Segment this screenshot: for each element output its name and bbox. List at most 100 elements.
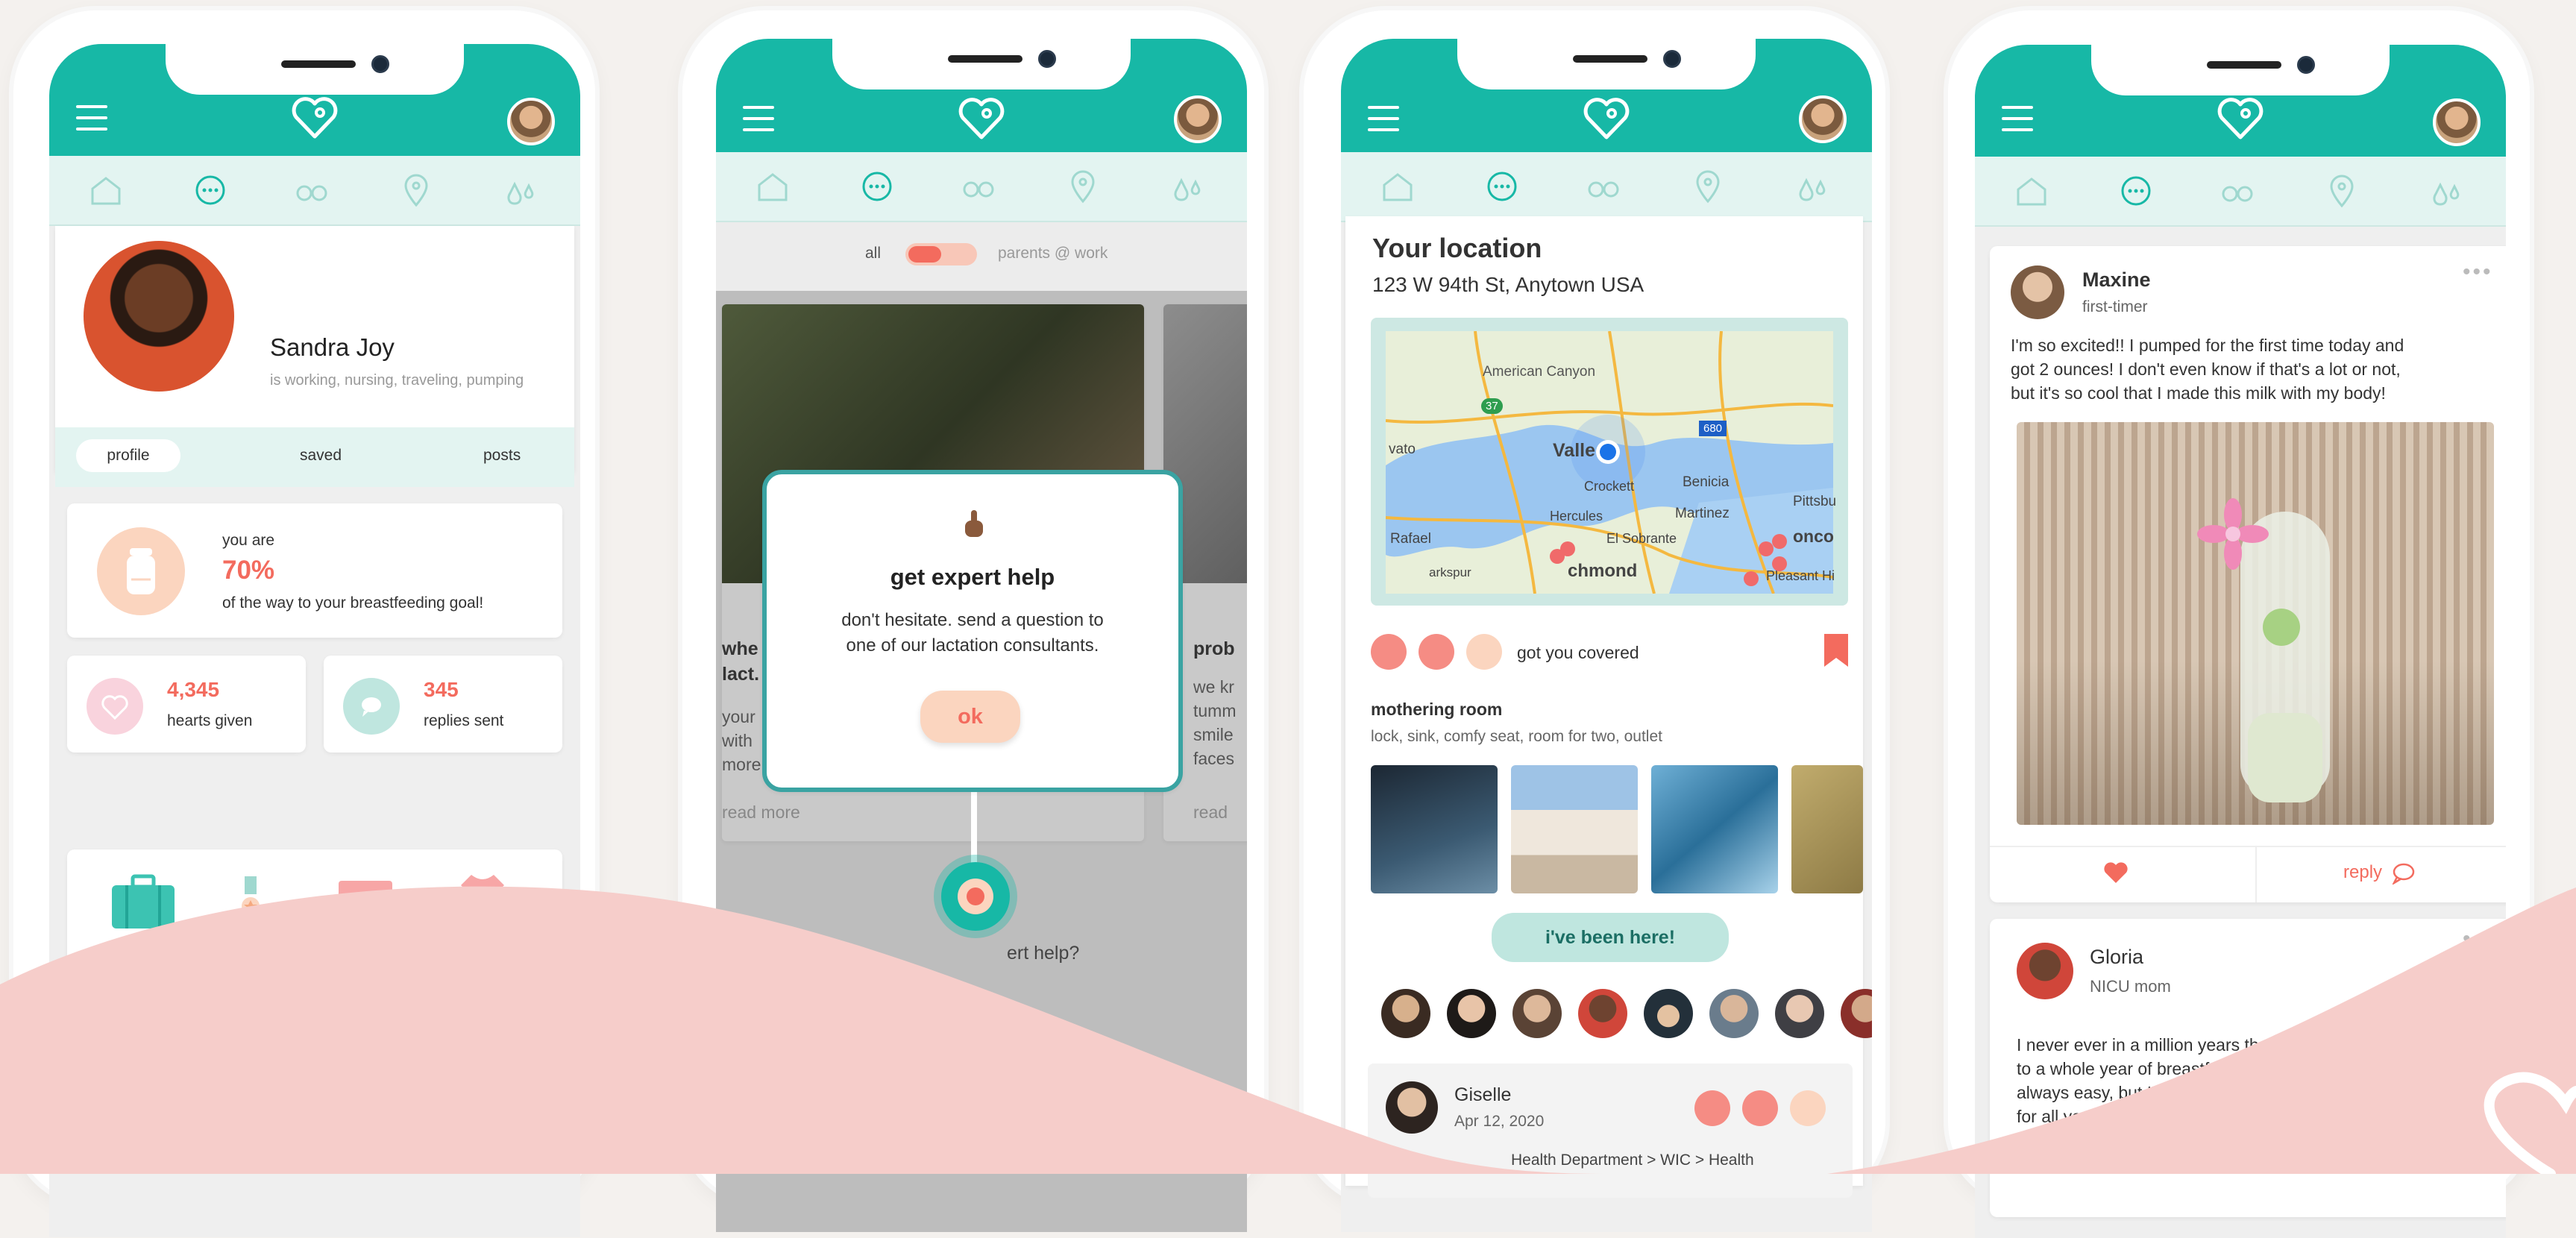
more-options-icon[interactable]: ••• bbox=[2463, 260, 2493, 285]
menu-icon[interactable] bbox=[76, 105, 107, 131]
review-card: Giselle Apr 12, 2020 Health Department >… bbox=[1368, 1063, 1853, 1198]
room-photo-2[interactable] bbox=[1511, 765, 1638, 893]
tab-saved[interactable]: saved bbox=[300, 447, 342, 465]
menu-icon[interactable] bbox=[2002, 106, 2033, 131]
milk-drops-icon[interactable] bbox=[1793, 169, 1829, 204]
filter-toggle[interactable] bbox=[905, 243, 977, 265]
reply-bubble-icon[interactable] bbox=[2391, 862, 2415, 884]
post2-text-line-3: always easy, but I'm so gl bbox=[2017, 1083, 2211, 1102]
user-avatar[interactable] bbox=[1174, 95, 1222, 143]
room-photo-1[interactable] bbox=[1371, 765, 1498, 893]
rating-dot-3 bbox=[1466, 634, 1502, 670]
filter-all[interactable]: all bbox=[865, 245, 881, 263]
tab-posts[interactable]: posts bbox=[483, 447, 521, 465]
user-avatar[interactable] bbox=[507, 98, 555, 145]
profile-name: Sandra Joy bbox=[270, 333, 395, 361]
chat-icon[interactable] bbox=[1484, 169, 1520, 204]
heart-icon bbox=[87, 678, 143, 735]
menu-icon[interactable] bbox=[1368, 106, 1399, 131]
glasses-icon[interactable] bbox=[961, 169, 996, 204]
article2-title: prob bbox=[1193, 638, 1235, 659]
glasses-icon[interactable] bbox=[2220, 173, 2255, 209]
baby-onesie-icon bbox=[458, 872, 507, 931]
glasses-icon[interactable] bbox=[294, 172, 330, 208]
been-here-button[interactable]: i've been here! bbox=[1492, 913, 1729, 962]
post-photo[interactable] bbox=[2017, 422, 2494, 825]
glasses-icon[interactable] bbox=[1586, 169, 1621, 204]
location-pin-icon[interactable] bbox=[1065, 169, 1101, 204]
location-pin-icon[interactable] bbox=[1690, 169, 1726, 204]
visitor-avatar[interactable] bbox=[1578, 989, 1627, 1038]
visitor-avatar[interactable] bbox=[1512, 989, 1562, 1038]
milk-drops-icon[interactable] bbox=[2427, 173, 2463, 209]
location-pin-icon[interactable] bbox=[398, 172, 434, 208]
menu-icon[interactable] bbox=[743, 106, 774, 131]
pink-flower-icon bbox=[2197, 498, 2269, 570]
goal-suffix: of the way to your breastfeeding goal! bbox=[222, 594, 484, 612]
post2-author-name[interactable]: Gloria bbox=[2090, 946, 2143, 969]
home-icon[interactable] bbox=[1380, 169, 1416, 204]
feed-area: all parents @ work whe lact. your with m… bbox=[716, 222, 1247, 1232]
bookmark-icon[interactable] bbox=[1823, 634, 1850, 668]
ok-button[interactable]: ok bbox=[920, 691, 1020, 743]
like-heart-icon[interactable] bbox=[2103, 862, 2129, 884]
phone-notch bbox=[2091, 45, 2390, 95]
chat-icon[interactable] bbox=[192, 172, 228, 208]
expert-help-fab[interactable] bbox=[941, 862, 1010, 931]
heart-logo-icon[interactable] bbox=[290, 95, 339, 139]
visitor-avatar[interactable] bbox=[1775, 989, 1824, 1038]
map-label-hercules: Hercules bbox=[1550, 509, 1603, 524]
heart-logo-icon[interactable] bbox=[1582, 95, 1631, 140]
post2-author-avatar[interactable] bbox=[2017, 943, 2073, 999]
read-more-link[interactable]: read more bbox=[722, 802, 800, 823]
room-photo-3[interactable] bbox=[1651, 765, 1778, 893]
military-medal-icon bbox=[233, 873, 268, 931]
more-options-icon[interactable]: ••• bbox=[2463, 926, 2493, 952]
profile-status: is working, nursing, traveling, pumping bbox=[270, 372, 524, 389]
post-card-2: Gloria NICU mom ••• I never ever in a mi… bbox=[1990, 919, 2506, 1217]
home-icon[interactable] bbox=[755, 169, 791, 204]
visitor-avatar[interactable] bbox=[1447, 989, 1496, 1038]
tab-bar bbox=[1341, 152, 1872, 222]
tab-profile[interactable]: profile bbox=[76, 439, 180, 472]
reviewer-avatar[interactable] bbox=[1386, 1081, 1438, 1134]
goal-card: you are 70% of the way to your breastfee… bbox=[67, 503, 562, 638]
milk-drops-icon[interactable] bbox=[501, 172, 537, 208]
post-author-name[interactable]: Maxine bbox=[2082, 268, 2151, 292]
heart-logo-icon[interactable] bbox=[957, 95, 1006, 140]
profile-photo[interactable] bbox=[84, 241, 234, 392]
post-author-avatar[interactable] bbox=[2011, 265, 2064, 319]
heart-logo-icon[interactable] bbox=[2216, 95, 2265, 140]
screen-posts: Maxine first-timer ••• I'm so excited!! … bbox=[1975, 45, 2506, 1238]
milk-drops-icon[interactable] bbox=[1168, 169, 1204, 204]
visitor-avatar[interactable] bbox=[1644, 989, 1693, 1038]
review-dot-3 bbox=[1790, 1090, 1826, 1126]
map-label-benicia: Benicia bbox=[1683, 474, 1730, 490]
home-icon[interactable] bbox=[88, 172, 124, 208]
room-photo-4[interactable] bbox=[1791, 765, 1863, 893]
highway-680: 680 bbox=[1699, 421, 1727, 436]
home-icon[interactable] bbox=[2014, 173, 2049, 209]
phone-location: Your location 123 W 94th St, Anytown USA bbox=[1304, 10, 1885, 1232]
covered-label: got you covered bbox=[1517, 643, 1639, 662]
article2-body-2: tumm bbox=[1193, 701, 1237, 720]
map-label-rafael: Rafael bbox=[1390, 531, 1431, 547]
chat-icon[interactable] bbox=[2118, 173, 2154, 209]
visitor-avatar[interactable] bbox=[1841, 989, 1872, 1038]
visitor-avatar[interactable] bbox=[1381, 989, 1430, 1038]
read-more-link-2[interactable]: read bbox=[1193, 802, 1228, 823]
expert-help-modal: get expert help don't hesitate. send a q… bbox=[762, 470, 1183, 792]
replies-card: 345 replies sent bbox=[324, 656, 562, 752]
article-body-2: with bbox=[722, 731, 753, 750]
pointing-hand-icon bbox=[965, 510, 983, 537]
filter-parents-at-work[interactable]: parents @ work bbox=[998, 245, 1108, 263]
reply-button[interactable]: reply bbox=[2343, 862, 2382, 883]
chat-icon[interactable] bbox=[859, 169, 895, 204]
location-pin-icon[interactable] bbox=[2324, 173, 2360, 209]
user-avatar[interactable] bbox=[1799, 95, 1847, 143]
map-label-novato: vato bbox=[1389, 442, 1416, 457]
user-avatar[interactable] bbox=[2433, 98, 2481, 146]
map-label-crockett: Crockett bbox=[1584, 479, 1635, 494]
location-card: Your location 123 W 94th St, Anytown USA bbox=[1345, 216, 1872, 1198]
visitor-avatar[interactable] bbox=[1709, 989, 1759, 1038]
